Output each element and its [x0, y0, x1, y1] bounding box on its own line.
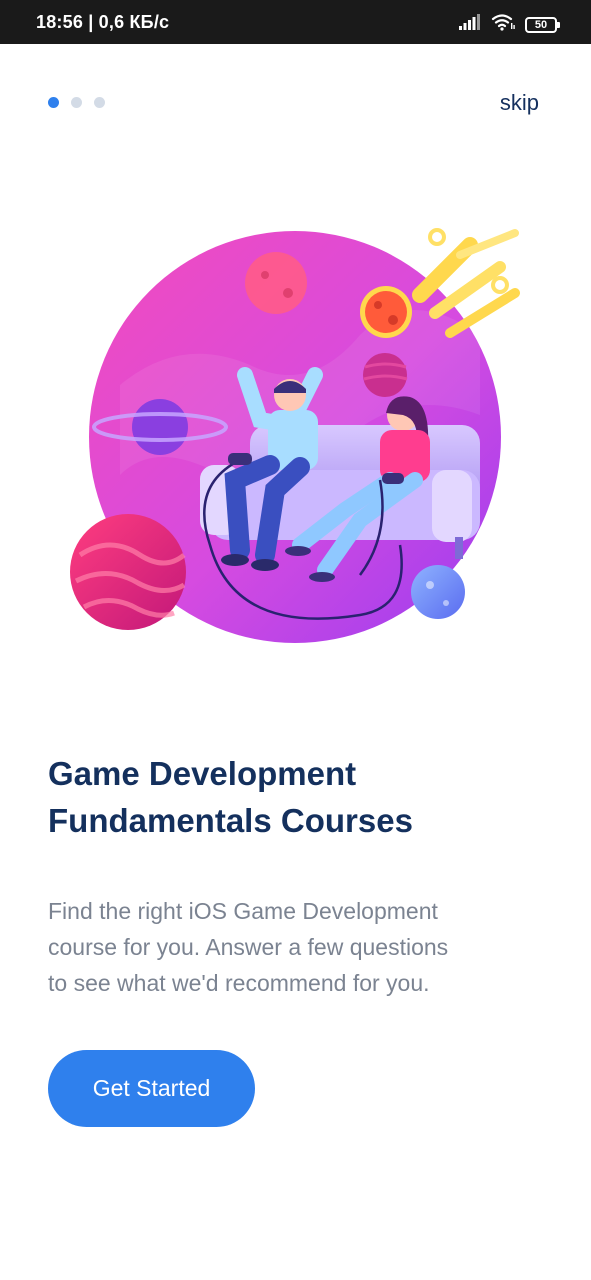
description-line: to see what we'd recommend for you.	[48, 970, 430, 996]
page-dot	[71, 97, 82, 108]
get-started-button[interactable]: Get Started	[48, 1050, 255, 1127]
page-dot-active	[48, 97, 59, 108]
skip-button[interactable]: skip	[500, 90, 539, 116]
title-line: Fundamentals Courses	[48, 802, 413, 839]
title-line: Game Development	[48, 755, 357, 792]
onboarding-illustration	[70, 228, 520, 643]
battery-icon: 50	[525, 16, 560, 33]
status-icons: 50	[459, 13, 560, 36]
page-dot	[94, 97, 105, 108]
wifi-icon	[491, 13, 515, 36]
onboarding-description: Find the right iOS Game Development cour…	[48, 893, 548, 1001]
onboarding-title: Game Development Fundamentals Courses	[48, 750, 548, 844]
status-time: 18:56 | 0,6 КБ/с	[36, 12, 170, 32]
description-line: Find the right iOS Game Development	[48, 898, 438, 924]
signal-icon	[459, 14, 481, 35]
status-bar: 18:56 | 0,6 КБ/с 50	[0, 0, 591, 44]
description-line: course for you. Answer a few questions	[48, 934, 449, 960]
page-indicator	[48, 97, 105, 108]
